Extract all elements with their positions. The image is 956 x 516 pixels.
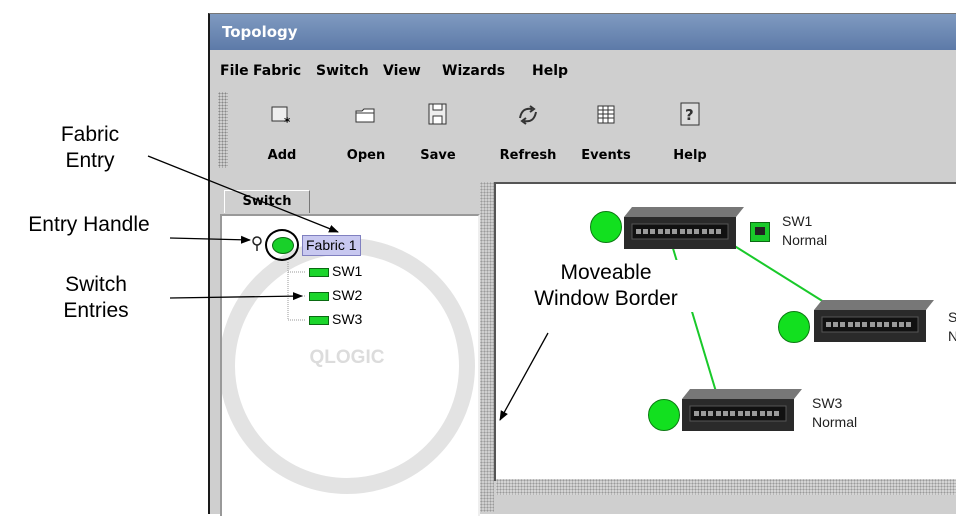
- entry-handle-arrow: [169, 235, 251, 244]
- annotation-entry-handle: Entry Handle: [28, 213, 150, 236]
- switch-entries-arrow: [169, 292, 303, 301]
- annotation-fabric-entry: Fabric Entry: [60, 123, 120, 172]
- annotation-switch-entries: Switch Entries: [63, 273, 129, 322]
- fabric-entry-arrow: [147, 155, 339, 233]
- callout-arrows: [147, 155, 549, 421]
- moveable-border-arrow: [499, 332, 549, 421]
- annotation-moveable-border: Moveable Window Border: [506, 260, 706, 312]
